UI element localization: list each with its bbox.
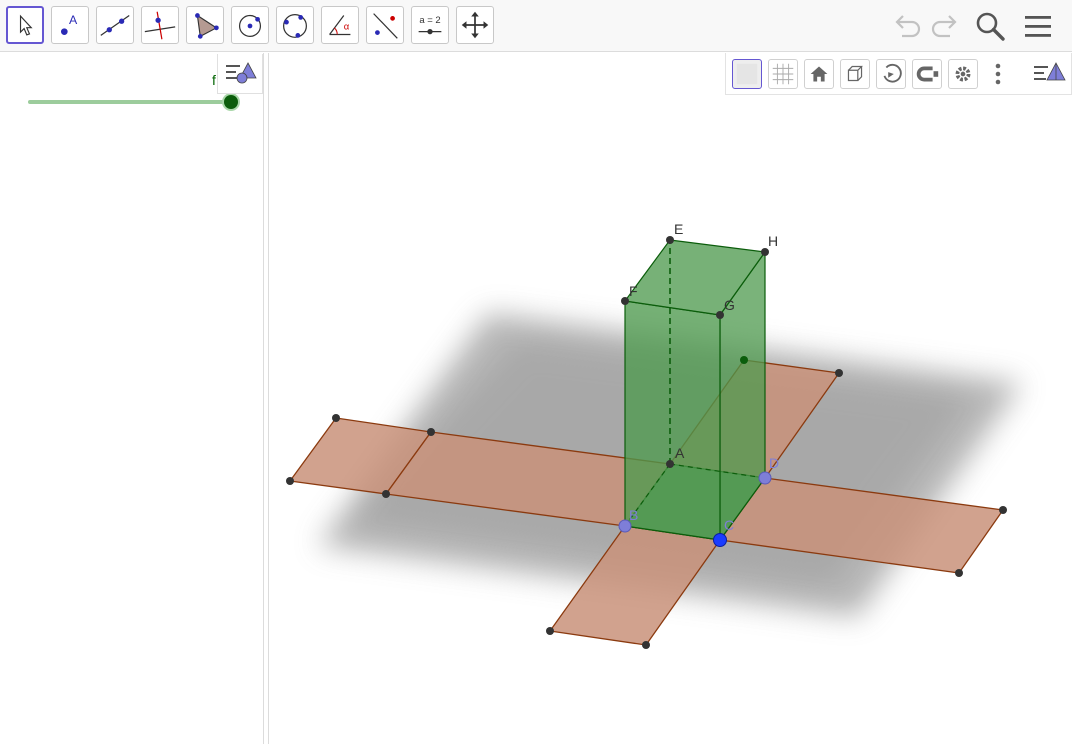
point-a[interactable] [666,460,674,468]
view-cube-button[interactable] [840,59,870,89]
point-d[interactable] [758,471,772,485]
point[interactable] [955,569,963,577]
settings-button[interactable] [948,59,978,89]
point[interactable] [286,477,294,485]
label-f: F [629,283,638,299]
point-h[interactable] [761,248,769,256]
point[interactable] [427,428,435,436]
toggle-plane-icon [736,63,758,85]
grid-button[interactable] [768,59,798,89]
prism-front-face [624,300,721,541]
label-h: H [768,233,778,249]
point-c[interactable] [713,533,727,547]
point[interactable] [999,506,1007,514]
view-cube-icon [847,65,863,82]
more-options-button[interactable] [988,59,1008,89]
point[interactable] [332,414,340,422]
graphics-style-bar [725,53,1072,95]
point[interactable] [835,369,843,377]
label-d: D [769,455,779,471]
point[interactable] [546,627,554,635]
rotate-view-icon [883,63,902,83]
point-f[interactable] [621,297,629,305]
label-e: E [674,221,683,237]
scene-3d: E H F G A B C D [286,221,1022,649]
toggle-plane-button[interactable] [732,59,762,89]
point[interactable] [642,641,650,649]
label-b: B [629,507,638,523]
point-back-net[interactable] [740,356,748,364]
clipping-icon [916,66,939,82]
rotate-view-button[interactable] [876,59,906,89]
grid-icon [772,63,794,85]
graphics-style-bar-toggle[interactable] [1028,56,1068,92]
home-button[interactable] [804,59,834,89]
home-icon [810,66,828,82]
point-g[interactable] [716,311,724,319]
more-icon [995,63,1001,85]
label-g: G [724,297,735,313]
point[interactable] [382,490,390,498]
style-bar-toggle-icon [1034,62,1066,81]
clipping-button[interactable] [912,59,942,89]
point-e[interactable] [666,236,674,244]
label-c: C [724,517,734,533]
label-a: A [675,445,685,461]
settings-icon [955,66,971,82]
